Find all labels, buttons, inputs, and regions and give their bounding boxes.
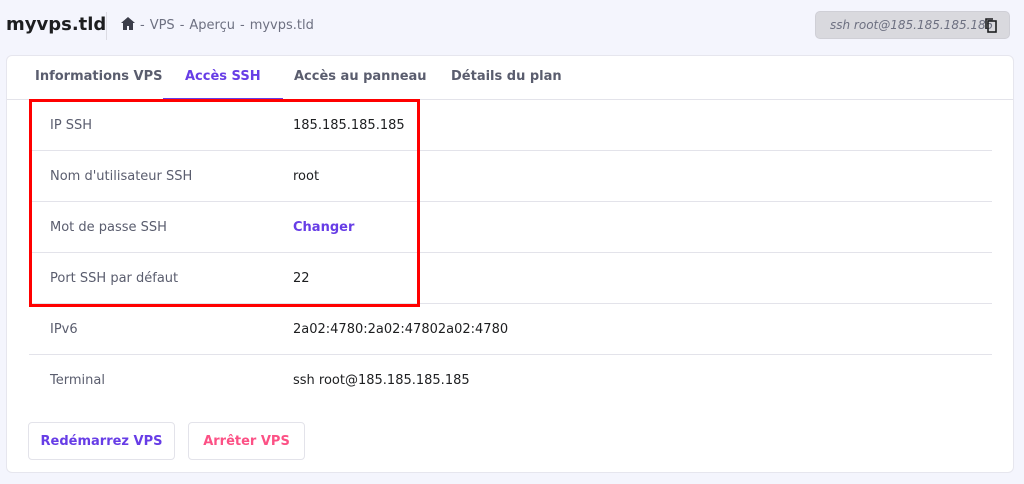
breadcrumb-item[interactable]: VPS [150,18,175,33]
page-title: myvps.tld [6,14,107,35]
ssh-command-chip[interactable]: ssh root@185.185.185.185 [815,11,1010,39]
terminal-row: Terminal ssh root@185.185.185.185 [29,355,992,406]
ipv6-row: IPv6 2a02:4780:2a02:47802a02:4780 [29,304,992,355]
restart-vps-button[interactable]: Redémarrez VPS [28,422,175,460]
row-label: IPv6 [50,321,78,337]
tab-informations-vps[interactable]: Informations VPS [35,69,162,84]
divider [106,12,107,40]
breadcrumb-item[interactable]: Aperçu [189,18,235,33]
copy-icon[interactable] [985,18,997,36]
home-icon[interactable] [121,17,135,34]
row-label: Terminal [50,373,105,388]
row-value: 2a02:4780:2a02:47802a02:4780 [293,321,509,337]
row-value: ssh root@185.185.185.185 [293,373,470,388]
breadcrumb: - VPS - Aperçu - myvps.tld [121,17,314,34]
vps-card: Informations VPS Accès SSH Accès au pann… [6,55,1014,473]
breadcrumb-item: myvps.tld [249,18,314,33]
stop-vps-button[interactable]: Arrêter VPS [188,422,305,460]
tab-details-plan[interactable]: Détails du plan [451,69,562,84]
tab-acces-panneau[interactable]: Accès au panneau [294,69,427,84]
highlight-box [29,99,420,307]
tab-acces-ssh[interactable]: Accès SSH [163,69,283,100]
ssh-command-text: ssh root@185.185.185.185 [830,18,994,32]
tab-bar: Informations VPS Accès SSH Accès au pann… [7,56,1013,100]
